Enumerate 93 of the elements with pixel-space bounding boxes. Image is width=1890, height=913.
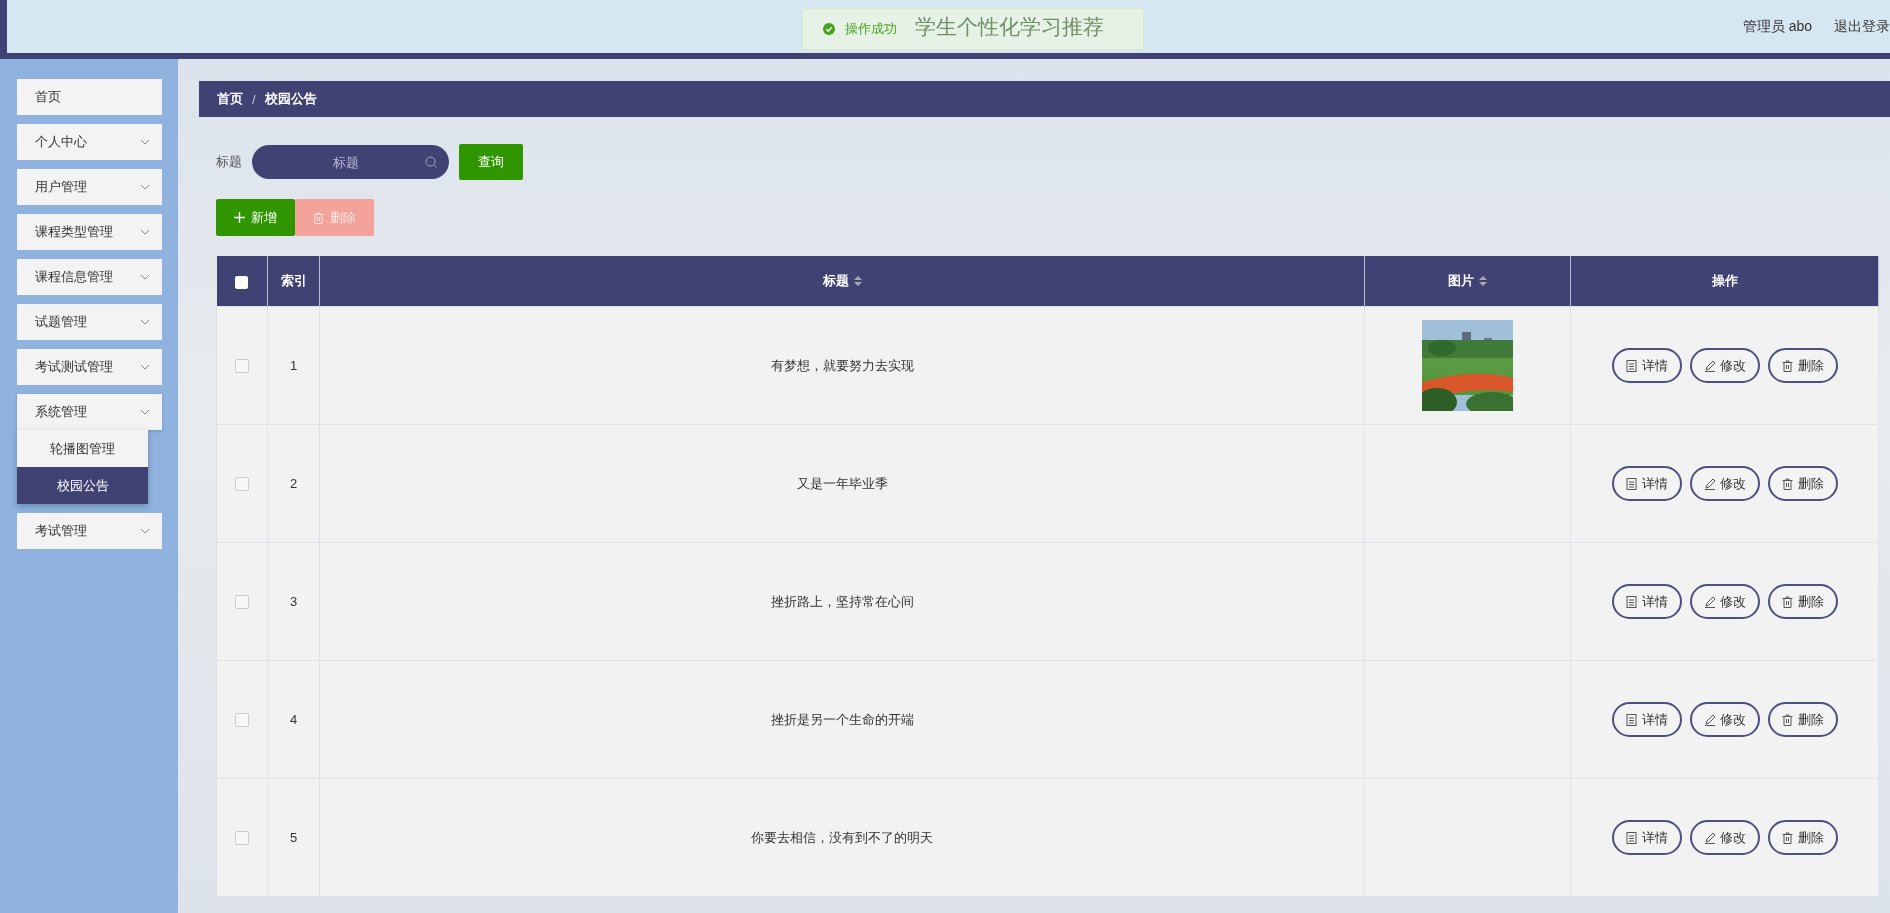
details-button[interactable]: 详情: [1611, 820, 1682, 855]
chevron-down-icon: [140, 528, 150, 534]
add-button[interactable]: 新增: [216, 199, 295, 236]
menu-label: 系统管理: [35, 403, 87, 421]
pencil-icon: [1703, 713, 1715, 726]
column-header[interactable]: 标题: [822, 272, 849, 290]
edit-button[interactable]: 修改: [1689, 702, 1760, 737]
trash-icon: [313, 211, 324, 224]
chevron-down-icon: [140, 229, 150, 235]
breadcrumb-separator: /: [252, 91, 256, 107]
search-icon: [425, 156, 437, 168]
submenu-item[interactable]: 校园公告: [17, 467, 148, 504]
table-cell: 挫折是另一个生命的开端: [319, 660, 1365, 779]
chevron-down-icon: [140, 319, 150, 325]
doc-icon: [1625, 831, 1637, 844]
row-checkbox[interactable]: [235, 477, 250, 492]
menu-item[interactable]: 用户管理: [17, 169, 162, 205]
doc-icon: [1625, 595, 1637, 608]
chevron-down-icon: [140, 364, 150, 370]
pencil-icon: [1703, 831, 1715, 844]
doc-icon: [1625, 713, 1637, 726]
doc-icon: [1625, 477, 1637, 490]
menu-label: 考试管理: [35, 522, 87, 540]
row-checkbox[interactable]: [235, 831, 250, 846]
breadcrumb-item[interactable]: 校园公告: [264, 90, 317, 108]
column-header[interactable]: 图片: [1448, 272, 1475, 290]
menu-item[interactable]: 系统管理: [17, 394, 162, 430]
table-cell: 有梦想，就要努力去实现: [319, 306, 1365, 425]
column-header: 操作: [1570, 256, 1879, 307]
table-cell: 3: [267, 542, 320, 661]
menu-item[interactable]: 课程信息管理: [17, 259, 162, 295]
menu-label: 课程类型管理: [35, 223, 113, 241]
search-button[interactable]: 查询: [459, 144, 523, 180]
delete-button[interactable]: 删除: [1767, 702, 1838, 737]
trash-icon: [1781, 831, 1793, 844]
pencil-icon: [1703, 595, 1715, 608]
details-button[interactable]: 详情: [1611, 466, 1682, 501]
table-cell: 你要去相信，没有到不了的明天: [319, 778, 1365, 897]
submenu-item[interactable]: 轮播图管理: [17, 430, 148, 467]
app-title: 学生个性化学习推荐: [915, 14, 1104, 40]
trash-icon: [1781, 713, 1793, 726]
pencil-icon: [1703, 477, 1715, 490]
table-cell: 1: [267, 306, 320, 425]
menu-label: 个人中心: [35, 133, 87, 151]
menu-label: 试题管理: [35, 313, 87, 331]
edit-button[interactable]: 修改: [1689, 466, 1760, 501]
chevron-down-icon: [140, 274, 150, 280]
pencil-icon: [1703, 359, 1715, 372]
table-cell: 2: [267, 424, 320, 543]
menu-label: 用户管理: [35, 178, 87, 196]
table-cell: 4: [267, 660, 320, 779]
menu-label: 首页: [35, 88, 61, 106]
menu-item[interactable]: 课程类型管理: [17, 214, 162, 250]
chevron-down-icon: [140, 139, 150, 145]
table-cell: 5: [267, 778, 320, 897]
menu-label: 考试测试管理: [35, 358, 113, 376]
row-checkbox[interactable]: [235, 595, 250, 610]
search-field[interactable]: 标题: [252, 145, 449, 179]
details-button[interactable]: 详情: [1611, 584, 1682, 619]
toast-message: 操作成功: [845, 20, 897, 38]
menu-label: 课程信息管理: [35, 268, 113, 286]
trash-icon: [1781, 595, 1793, 608]
edit-button[interactable]: 修改: [1689, 584, 1760, 619]
chevron-down-icon: [140, 409, 150, 415]
row-checkbox[interactable]: [235, 713, 250, 728]
user-name: 管理员 abo: [1742, 17, 1812, 36]
table-cell: 挫折路上，坚持常在心间: [319, 542, 1365, 661]
doc-icon: [1625, 359, 1637, 372]
search-label: 标题: [216, 153, 242, 171]
details-button[interactable]: 详情: [1611, 702, 1682, 737]
row-checkbox[interactable]: [235, 359, 250, 374]
chevron-down-icon: [140, 184, 150, 190]
table-cell: 又是一年毕业季: [319, 424, 1365, 543]
delete-button[interactable]: 删除: [1767, 820, 1838, 855]
plus-icon: [234, 212, 245, 223]
select-all-checkbox[interactable]: [235, 275, 249, 289]
menu-item[interactable]: 首页: [17, 79, 162, 115]
delete-button[interactable]: 删除: [1767, 466, 1838, 501]
breadcrumb-item[interactable]: 首页: [217, 90, 243, 108]
menu-item[interactable]: 试题管理: [17, 304, 162, 340]
edit-button[interactable]: 修改: [1689, 820, 1760, 855]
details-button[interactable]: 详情: [1611, 348, 1682, 383]
delete-button[interactable]: 删除: [1767, 348, 1838, 383]
check-circle-icon: [823, 23, 835, 35]
menu-item[interactable]: 考试测试管理: [17, 349, 162, 385]
trash-icon: [1781, 477, 1793, 490]
delete-button[interactable]: 删除: [1767, 584, 1838, 619]
trash-icon: [1781, 359, 1793, 372]
edit-button[interactable]: 修改: [1689, 348, 1760, 383]
menu-item[interactable]: 个人中心: [17, 124, 162, 160]
column-header: 索引: [267, 256, 320, 307]
logout-link[interactable]: 退出登录: [1834, 17, 1890, 36]
menu-item[interactable]: 考试管理: [17, 513, 162, 549]
